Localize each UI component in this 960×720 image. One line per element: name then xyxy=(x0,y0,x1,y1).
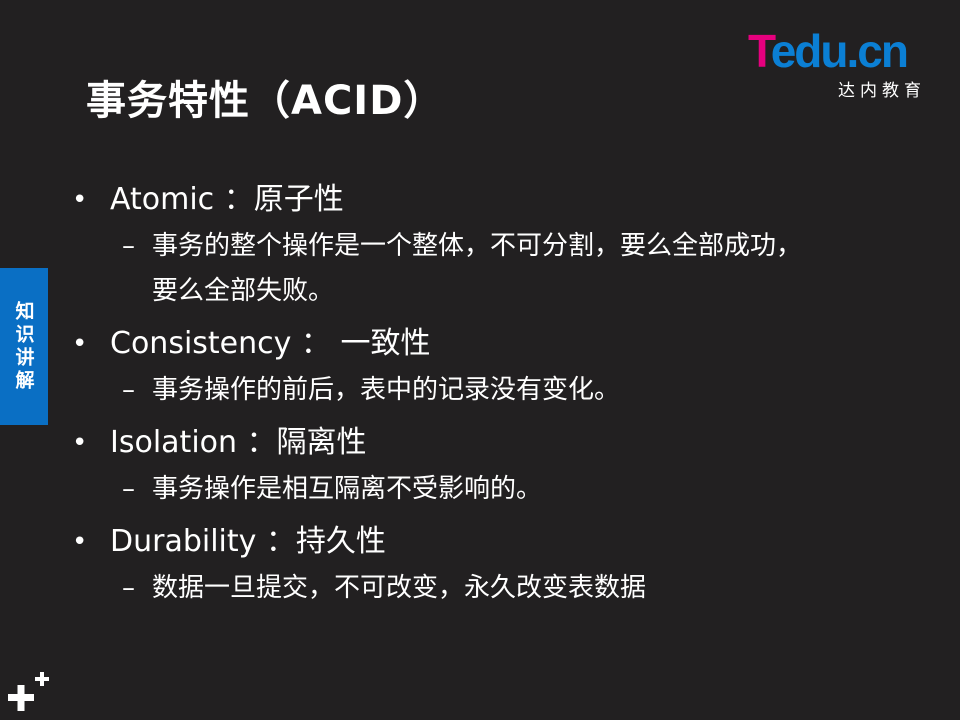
dash-icon: – xyxy=(122,375,135,405)
sub-point-text: 事务操作的前后，表中的记录没有变化。 xyxy=(152,375,621,405)
bullet-point: • Consistency ： 一致性 xyxy=(72,320,852,368)
list-item-isolation: • Isolation ：隔离性 – 事务操作是相互隔离不受影响的。 xyxy=(72,419,852,512)
acid-bullet-list: • Atomic ：原子性 – 事务的整个操作是一个整体，不可分割，要么全部成功… xyxy=(72,176,852,617)
dash-icon: – xyxy=(122,573,135,603)
sub-point: – 事务的整个操作是一个整体，不可分割，要么全部成功，要么全部失败。 xyxy=(72,224,822,314)
list-item-consistency: • Consistency ： 一致性 – 事务操作的前后，表中的记录没有变化。 xyxy=(72,320,852,413)
section-tab: 知识讲解 xyxy=(0,268,48,425)
logo-letter-t: T xyxy=(748,25,773,77)
bullet-text: Durability ：持久性 xyxy=(110,524,386,559)
tedu-logo: Tedu.cn 达内教育 xyxy=(748,25,928,101)
bullet-text: Consistency ： 一致性 xyxy=(110,326,431,361)
bullet-text: Atomic ：原子性 xyxy=(110,182,344,217)
sub-point-text: 数据一旦提交，不可改变，永久改变表数据 xyxy=(152,573,647,603)
bullet-dot-icon: • xyxy=(72,527,88,557)
section-tab-label: 知识讲解 xyxy=(12,300,35,393)
sub-point: – 事务操作是相互隔离不受影响的。 xyxy=(72,467,822,512)
bullet-point: • Durability ：持久性 xyxy=(72,518,852,566)
bullet-dot-icon: • xyxy=(72,185,88,215)
sub-point: – 数据一旦提交，不可改变，永久改变表数据 xyxy=(72,566,822,611)
logo-subtitle: 达内教育 xyxy=(838,81,926,101)
list-item-atomic: • Atomic ：原子性 – 事务的整个操作是一个整体，不可分割，要么全部成功… xyxy=(72,176,852,314)
bullet-text: Isolation ：隔离性 xyxy=(110,425,367,460)
logo-domain: edu.cn xyxy=(770,25,909,77)
bullet-point: • Isolation ：隔离性 xyxy=(72,419,852,467)
sub-point-text: 事务操作是相互隔离不受影响的。 xyxy=(152,474,543,504)
bullet-dot-icon: • xyxy=(72,428,88,458)
list-item-durability: • Durability ：持久性 – 数据一旦提交，不可改变，永久改变表数据 xyxy=(72,518,852,611)
dash-icon: – xyxy=(122,474,135,504)
plus-plus-icon xyxy=(8,672,49,711)
slide-title: 事务特性（ACID） xyxy=(86,78,445,124)
bullet-point: • Atomic ：原子性 xyxy=(72,176,852,224)
sub-point: – 事务操作的前后，表中的记录没有变化。 xyxy=(72,368,822,413)
sub-point-text: 事务的整个操作是一个整体，不可分割，要么全部成功，要么全部失败。 xyxy=(152,231,803,306)
bullet-dot-icon: • xyxy=(72,329,88,359)
dash-icon: – xyxy=(122,231,135,261)
logo-wordmark: Tedu.cn xyxy=(748,25,909,77)
